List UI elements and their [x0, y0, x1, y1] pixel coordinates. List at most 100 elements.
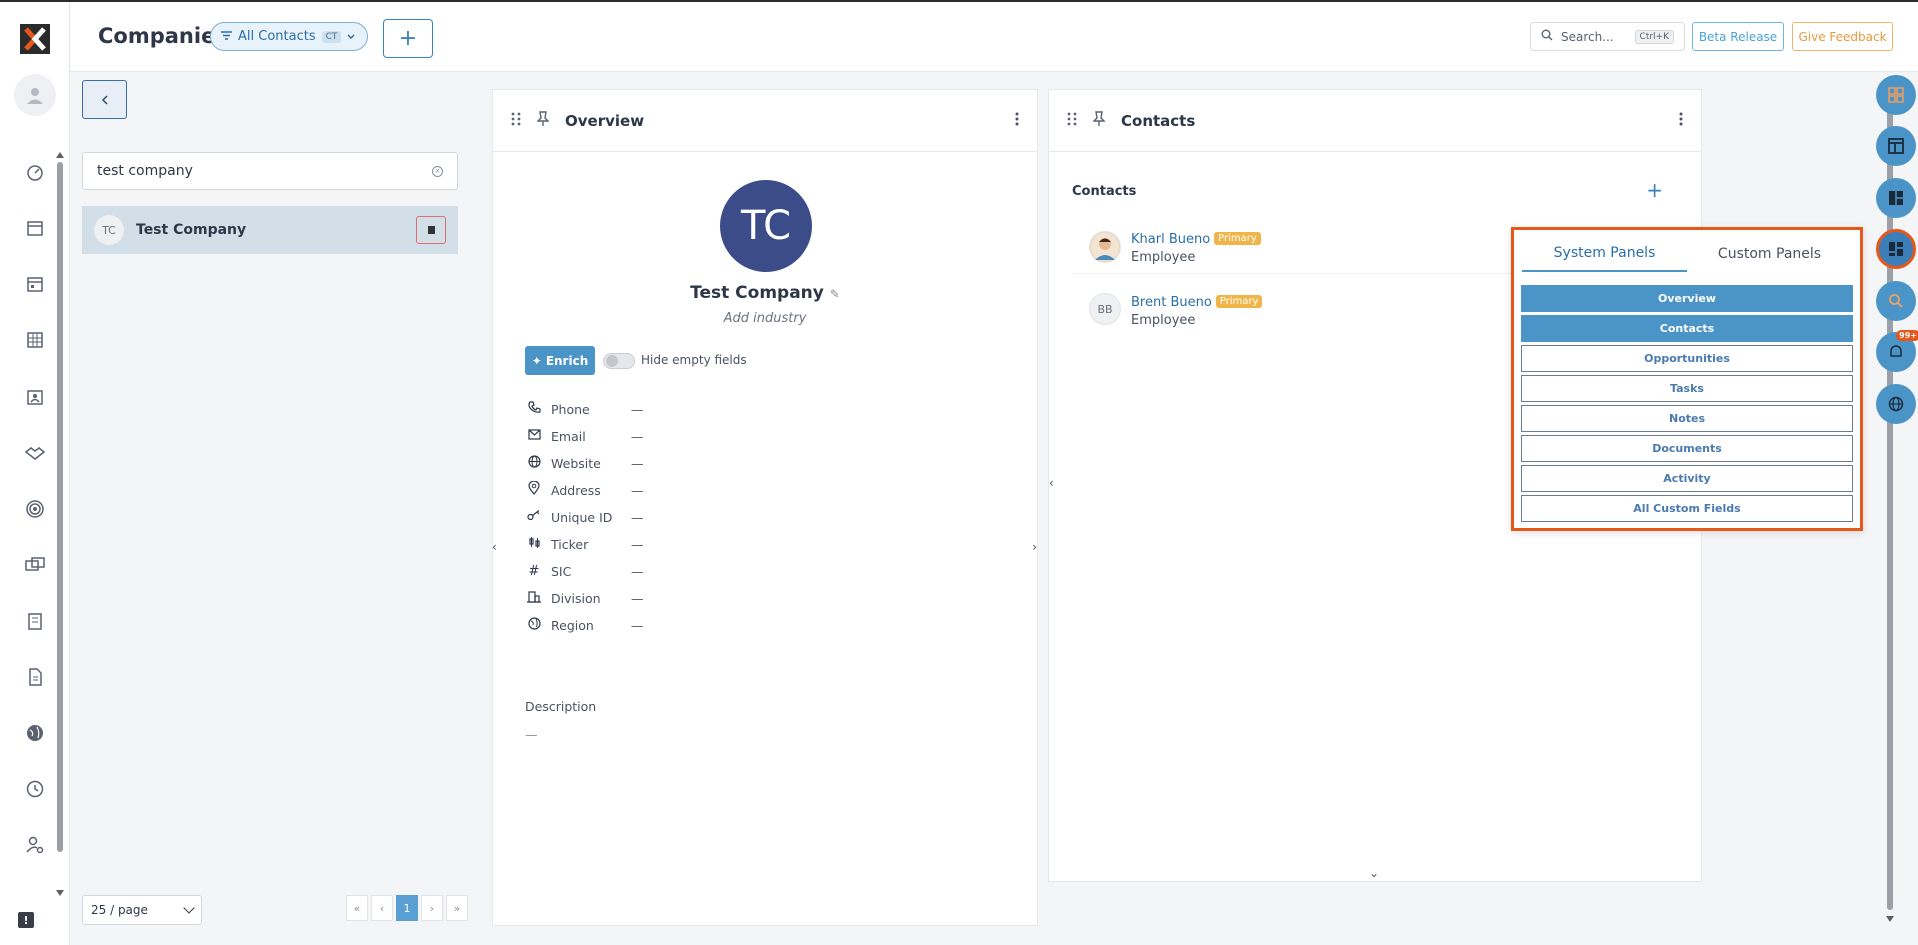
app-logo[interactable] — [20, 24, 50, 54]
spreadsheet-icon[interactable] — [23, 328, 47, 352]
current-page-button[interactable]: 1 — [396, 895, 418, 921]
web-button[interactable] — [1876, 384, 1916, 424]
drag-handle-icon[interactable] — [1067, 112, 1077, 130]
tab-custom-panels[interactable]: Custom Panels — [1687, 236, 1852, 272]
chevron-down-icon[interactable]: ⌄ — [1369, 866, 1379, 880]
field-ticker: Ticker — — [525, 534, 644, 554]
earth-icon — [525, 616, 543, 634]
user-avatar[interactable] — [14, 74, 56, 116]
view-selector[interactable]: All Contacts CT — [210, 22, 368, 51]
more-options-icon[interactable] — [1679, 112, 1683, 129]
contacts-card-icon[interactable] — [23, 385, 47, 409]
list-search-input[interactable]: test company × — [82, 152, 458, 190]
enrich-button[interactable]: ✦ Enrich — [525, 346, 595, 375]
drag-handle-icon[interactable] — [511, 112, 521, 130]
panels-button[interactable] — [1876, 229, 1916, 269]
pin-icon[interactable] — [536, 110, 550, 131]
layout-split-button[interactable] — [1876, 178, 1916, 218]
handshake-icon[interactable] — [23, 441, 47, 465]
contact-avatar — [1089, 230, 1121, 263]
chevron-down-icon — [183, 902, 195, 914]
field-value[interactable]: — — [631, 618, 644, 633]
tab-system-panels[interactable]: System Panels — [1522, 236, 1687, 272]
field-value[interactable]: — — [631, 456, 644, 471]
contact-name[interactable]: Brent Bueno — [1131, 295, 1212, 310]
report-issue-icon[interactable]: ! — [18, 912, 34, 928]
view-badge: CT — [321, 30, 342, 43]
deals-icon[interactable] — [23, 553, 47, 577]
page-header: Companies All Contacts CT + Search... Ct… — [71, 2, 1918, 72]
clear-search-icon[interactable]: × — [432, 165, 443, 177]
first-page-button[interactable]: « — [346, 895, 368, 921]
view-label: All Contacts — [238, 29, 316, 44]
chevron-left-icon[interactable]: ‹ — [1049, 476, 1054, 490]
prev-page-button[interactable]: ‹ — [371, 895, 393, 921]
page-size-select[interactable]: 25 / page — [82, 895, 202, 925]
target-icon[interactable] — [23, 497, 47, 521]
panel-option-overview[interactable]: Overview — [1521, 285, 1853, 312]
user-icon — [27, 88, 43, 104]
list-item[interactable]: TC Test Company — [82, 206, 458, 254]
schedule-icon[interactable] — [23, 272, 47, 296]
panel-option-all-custom-fields[interactable]: All Custom Fields — [1521, 495, 1853, 522]
document-icon[interactable] — [23, 665, 47, 689]
dashboard-icon[interactable] — [23, 160, 47, 184]
panel-list: Overview Contacts Opportunities Tasks No… — [1521, 285, 1853, 525]
field-phone: Phone — — [525, 399, 644, 419]
panel-option-contacts[interactable]: Contacts — [1521, 315, 1853, 342]
description-value[interactable]: — — [525, 727, 538, 742]
hash-icon: # — [528, 563, 540, 579]
list-search-value: test company — [97, 163, 193, 179]
add-contact-button[interactable]: + — [1646, 178, 1663, 202]
notifications-button[interactable]: 99+ — [1876, 330, 1918, 372]
global-search[interactable]: Search... Ctrl+K — [1530, 22, 1685, 51]
contact-name[interactable]: Kharl Bueno — [1131, 232, 1210, 247]
contacts-title: Contacts — [1121, 111, 1196, 130]
edit-icon[interactable]: ✎ — [830, 287, 840, 301]
field-value[interactable]: — — [631, 483, 644, 498]
industry-placeholder[interactable]: Add industry — [493, 311, 1037, 326]
user-settings-icon[interactable] — [23, 833, 47, 857]
panel-option-notes[interactable]: Notes — [1521, 405, 1853, 432]
panel-option-activity[interactable]: Activity — [1521, 465, 1853, 492]
field-value[interactable]: — — [631, 510, 644, 525]
search-placeholder: Search... — [1561, 29, 1614, 44]
rail-scrollbar[interactable] — [56, 152, 64, 896]
chevron-right-icon[interactable]: › — [1032, 540, 1037, 554]
field-value[interactable]: — — [631, 591, 644, 606]
panel-option-tasks[interactable]: Tasks — [1521, 375, 1853, 402]
layout-reset-button[interactable] — [1876, 75, 1916, 115]
field-address: Address — — [525, 480, 644, 500]
panel-option-documents[interactable]: Documents — [1521, 435, 1853, 462]
add-company-button[interactable]: + — [383, 19, 433, 58]
give-feedback-button[interactable]: Give Feedback — [1792, 22, 1893, 51]
history-icon[interactable] — [23, 777, 47, 801]
panel-option-opportunities[interactable]: Opportunities — [1521, 345, 1853, 372]
more-options-icon[interactable] — [1015, 112, 1019, 129]
field-value[interactable]: — — [631, 429, 644, 444]
overview-title: Overview — [565, 111, 645, 130]
search-icon — [1889, 294, 1903, 308]
field-label: Email — [551, 428, 586, 444]
collapse-list-button[interactable] — [82, 80, 127, 119]
beta-release-button[interactable]: Beta Release — [1692, 22, 1784, 51]
next-page-button[interactable]: › — [421, 895, 443, 921]
checklist-icon[interactable] — [23, 609, 47, 633]
field-label: Ticker — [551, 536, 589, 552]
delete-button[interactable] — [416, 216, 446, 244]
search-panel-button[interactable] — [1876, 281, 1916, 321]
field-email: Email — — [525, 426, 644, 446]
field-value[interactable]: — — [631, 564, 644, 579]
field-value[interactable]: — — [631, 537, 644, 552]
location-pin-icon — [525, 480, 543, 499]
globe-icon[interactable] — [23, 721, 47, 745]
field-value[interactable]: — — [631, 402, 644, 417]
hide-empty-toggle[interactable] — [603, 353, 635, 369]
search-icon — [1541, 29, 1553, 44]
chevron-left-icon[interactable]: ‹ — [492, 540, 497, 554]
table-layout-icon — [1888, 138, 1904, 154]
last-page-button[interactable]: » — [446, 895, 468, 921]
pin-icon[interactable] — [1092, 110, 1106, 131]
calendar-icon[interactable] — [23, 216, 47, 240]
layout-columns-button[interactable] — [1876, 126, 1916, 166]
